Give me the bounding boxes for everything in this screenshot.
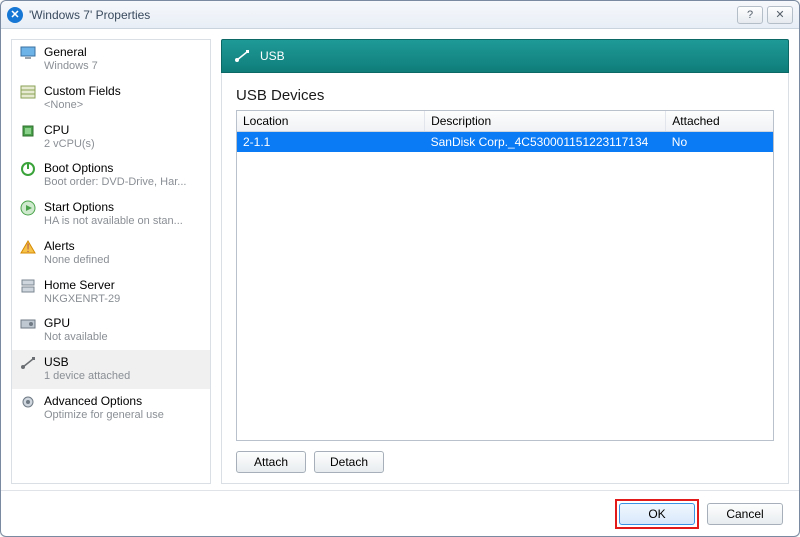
server-icon (20, 278, 36, 294)
window-body: General Windows 7 Custom Fields <None> (1, 29, 799, 490)
gpu-icon (20, 316, 36, 332)
panel-banner-title: USB (260, 49, 285, 63)
sidebar-item-sub: 1 device attached (44, 370, 130, 384)
sidebar-item-alerts[interactable]: ! Alerts None defined (12, 234, 210, 273)
cell-description: SanDisk Corp._4C530001151223117134 (425, 132, 666, 153)
panel-content: USB Devices Location Description Attache… (221, 73, 789, 484)
sidebar-item-cpu[interactable]: CPU 2 vCPU(s) (12, 118, 210, 157)
sidebar-item-advanced-options[interactable]: Advanced Options Optimize for general us… (12, 389, 210, 428)
sidebar-item-label: Home Server (44, 278, 120, 293)
action-buttons: Attach Detach (236, 451, 774, 473)
section-title: USB Devices (236, 87, 774, 104)
play-icon (20, 200, 36, 216)
help-button[interactable]: ? (737, 6, 763, 24)
cpu-icon (20, 123, 36, 139)
properties-window: ✕ 'Windows 7' Properties ? ✕ General Win… (0, 0, 800, 537)
col-location[interactable]: Location (237, 111, 425, 132)
power-icon (20, 161, 36, 177)
alert-icon: ! (20, 239, 36, 255)
sidebar-item-gpu[interactable]: GPU Not available (12, 311, 210, 350)
col-description[interactable]: Description (425, 111, 666, 132)
fields-icon (20, 84, 36, 100)
titlebar: ✕ 'Windows 7' Properties ? ✕ (1, 1, 799, 29)
sidebar-item-home-server[interactable]: Home Server NKGXENRT-29 (12, 273, 210, 312)
panel-banner: USB (221, 39, 789, 73)
sidebar-item-boot-options[interactable]: Boot Options Boot order: DVD-Drive, Har.… (12, 156, 210, 195)
sidebar-item-sub: Boot order: DVD-Drive, Har... (44, 176, 186, 190)
svg-text:!: ! (26, 241, 29, 255)
ok-highlight: OK (615, 499, 699, 529)
sidebar-item-label: GPU (44, 316, 108, 331)
sidebar-item-sub: Optimize for general use (44, 409, 164, 423)
sidebar-item-label: USB (44, 355, 130, 370)
sidebar-item-label: Custom Fields (44, 84, 121, 99)
sidebar-item-usb[interactable]: USB 1 device attached (12, 350, 210, 389)
sidebar-item-label: Start Options (44, 200, 183, 215)
usb-icon (20, 355, 36, 371)
sidebar-item-sub: Not available (44, 331, 108, 345)
usb-devices-table: Location Description Attached 2-1.1 SanD… (236, 110, 774, 441)
sidebar-item-sub: <None> (44, 99, 121, 113)
gear-icon (20, 394, 36, 410)
cell-location: 2-1.1 (237, 132, 425, 153)
ok-button[interactable]: OK (619, 503, 695, 525)
cell-attached: No (666, 132, 773, 153)
sidebar-item-label: Boot Options (44, 161, 186, 176)
sidebar-item-general[interactable]: General Windows 7 (12, 40, 210, 79)
sidebar-item-custom-fields[interactable]: Custom Fields <None> (12, 79, 210, 118)
close-button[interactable]: ✕ (767, 6, 793, 24)
usb-banner-icon (234, 48, 250, 64)
sidebar: General Windows 7 Custom Fields <None> (11, 39, 211, 484)
table-row[interactable]: 2-1.1 SanDisk Corp._4C530001151223117134… (237, 132, 773, 153)
app-icon: ✕ (7, 7, 23, 23)
cancel-button[interactable]: Cancel (707, 503, 783, 525)
sidebar-item-label: Advanced Options (44, 394, 164, 409)
sidebar-item-sub: 2 vCPU(s) (44, 138, 95, 152)
sidebar-item-label: General (44, 45, 98, 60)
sidebar-item-sub: HA is not available on stan... (44, 215, 183, 229)
monitor-icon (20, 45, 36, 61)
titlebar-left: ✕ 'Windows 7' Properties (7, 7, 150, 23)
main-panel: USB USB Devices Location Description Att… (221, 39, 789, 484)
detach-button[interactable]: Detach (314, 451, 384, 473)
sidebar-item-sub: NKGXENRT-29 (44, 293, 120, 307)
attach-button[interactable]: Attach (236, 451, 306, 473)
sidebar-item-label: Alerts (44, 239, 109, 254)
dialog-footer: OK Cancel (1, 490, 799, 536)
sidebar-item-sub: None defined (44, 254, 109, 268)
sidebar-item-label: CPU (44, 123, 95, 138)
window-title: 'Windows 7' Properties (29, 8, 150, 22)
titlebar-controls: ? ✕ (737, 6, 793, 24)
sidebar-item-sub: Windows 7 (44, 60, 98, 74)
sidebar-item-start-options[interactable]: Start Options HA is not available on sta… (12, 195, 210, 234)
col-attached[interactable]: Attached (666, 111, 773, 132)
